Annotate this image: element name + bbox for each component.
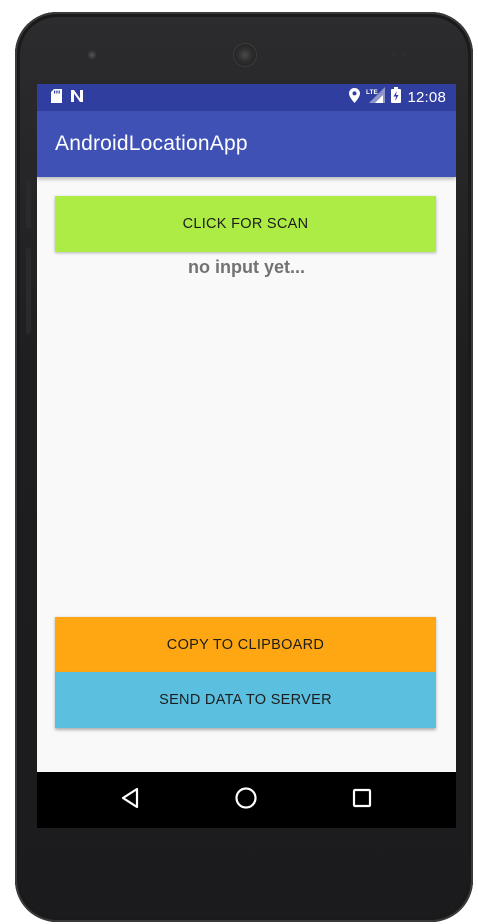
copy-button-label: COPY TO CLIPBOARD xyxy=(166,637,325,653)
scan-result-text: no input yet... xyxy=(188,257,305,277)
proximity-sensor xyxy=(392,53,396,57)
back-icon xyxy=(120,787,140,814)
send-data-button[interactable]: SEND DATA TO SERVER xyxy=(55,672,436,728)
power-button xyxy=(26,248,31,334)
front-camera xyxy=(87,50,97,60)
device-screen: LTE 12:08 AndroidLocationApp CLICK FOR S… xyxy=(37,84,456,828)
status-system-icons: LTE 12:08 xyxy=(349,87,446,108)
location-pin-icon xyxy=(349,87,361,108)
home-button[interactable] xyxy=(232,786,260,814)
notification-n-icon xyxy=(70,89,84,108)
copy-to-clipboard-button[interactable]: COPY TO CLIPBOARD xyxy=(55,617,436,673)
home-icon xyxy=(234,786,258,815)
light-sensor xyxy=(402,53,406,57)
send-button-label: SEND DATA TO SERVER xyxy=(159,692,332,708)
app-toolbar: AndroidLocationApp xyxy=(37,111,456,177)
status-time: 12:08 xyxy=(407,89,446,106)
scan-button[interactable]: CLICK FOR SCAN xyxy=(55,196,436,252)
battery-charging-icon xyxy=(391,87,402,108)
scan-button-label: CLICK FOR SCAN xyxy=(182,216,309,232)
status-bar: LTE 12:08 xyxy=(37,84,456,111)
app-title: AndroidLocationApp xyxy=(55,132,248,155)
emulator-frame: LTE 12:08 AndroidLocationApp CLICK FOR S… xyxy=(0,0,478,924)
back-button[interactable] xyxy=(116,786,144,814)
navigation-bar xyxy=(37,772,456,828)
earpiece-speaker xyxy=(234,44,256,66)
status-notifications xyxy=(51,89,84,108)
lte-signal-icon: LTE xyxy=(366,87,386,108)
svg-text:LTE: LTE xyxy=(366,89,378,96)
sd-card-icon xyxy=(51,89,62,108)
recents-button[interactable] xyxy=(348,786,376,814)
volume-button xyxy=(26,180,31,228)
recents-icon xyxy=(352,788,372,813)
